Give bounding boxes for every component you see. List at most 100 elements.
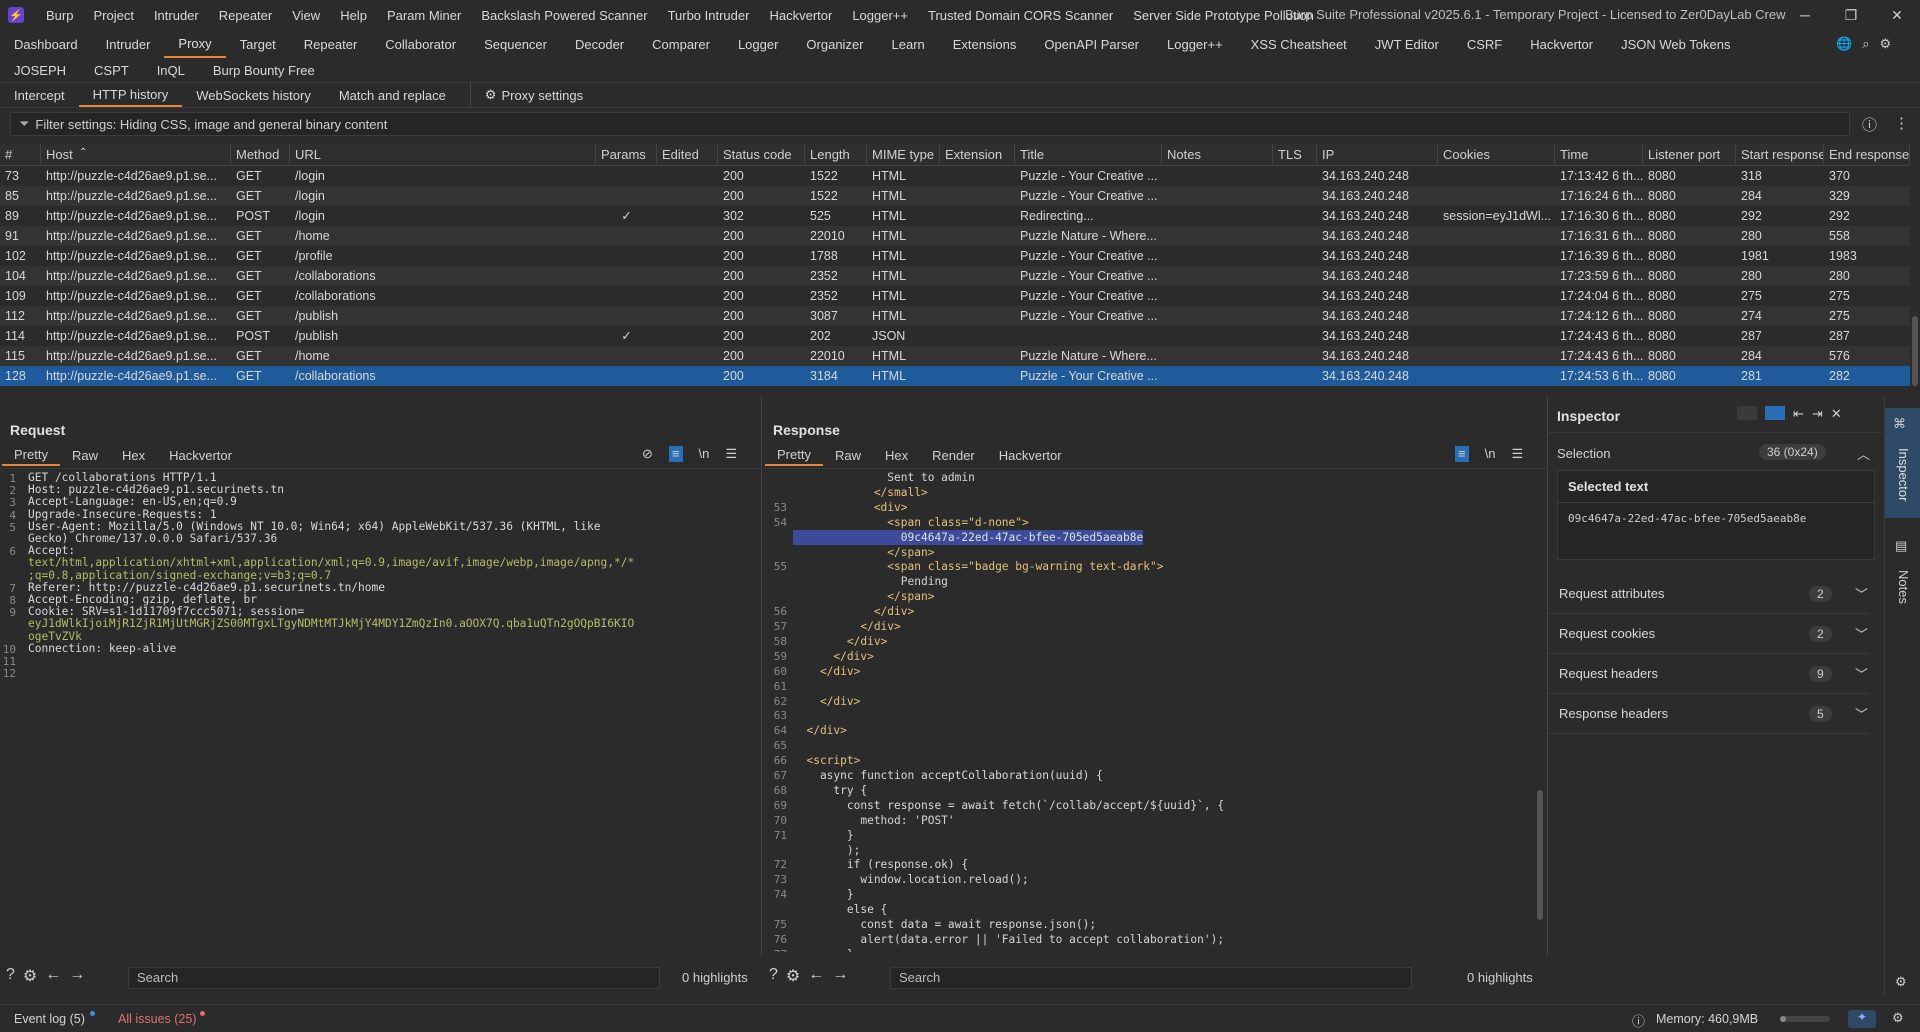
column-header-notes[interactable]: Notes [1162,144,1273,166]
tab-hackvertor[interactable]: Hackvertor [1516,30,1607,58]
tab-learn[interactable]: Learn [878,30,939,58]
response-scrollbar[interactable] [1537,790,1543,920]
table-scrollbar[interactable] [1910,166,1920,396]
tab-xss-cheatsheet[interactable]: XSS Cheatsheet [1237,30,1361,58]
ai-sparkle-icon[interactable]: ✦ [1848,1010,1876,1028]
menu-item-hackvertor[interactable]: Hackvertor [759,8,842,23]
request-editor[interactable]: 1 GET /collaborations HTTP/1.1 2 Host: puzz… [0,472,760,942]
expand-all-icon[interactable]: ⇥ [1812,406,1823,422]
back-arrow-icon[interactable]: ← [45,966,61,986]
proxy-tab-http-history[interactable]: HTTP history [78,83,183,107]
tab-dashboard[interactable]: Dashboard [0,30,92,58]
tab-sequencer[interactable]: Sequencer [470,30,561,58]
column-header-tls[interactable]: TLS [1273,144,1317,166]
response-tab-raw[interactable]: Raw [823,444,873,466]
chevron-up-icon[interactable]: ︿ [1857,444,1870,463]
tab-csrf[interactable]: CSRF [1453,30,1516,58]
inspector-section-response-headers[interactable]: Response headers 5 ﹀ [1549,694,1869,734]
selected-text-value[interactable]: 09c4647a-22ed-47ac-bfee-705ed5aeab8e [1558,503,1874,534]
column-header-time[interactable]: Time [1555,144,1643,166]
menu-item-intruder[interactable]: Intruder [144,8,209,23]
chevron-down-icon[interactable]: ﹀ [1855,624,1868,643]
proxy-tab-intercept[interactable]: Intercept [0,83,79,107]
tab-repeater[interactable]: Repeater [290,30,371,58]
chevron-down-icon[interactable]: ﹀ [1855,664,1868,683]
proxy-tab-match-and-replace[interactable]: Match and replace [325,83,460,107]
request-tab-raw[interactable]: Raw [60,444,110,466]
forward-arrow-icon[interactable]: → [832,966,848,986]
tab-cspt[interactable]: CSPT [80,58,143,82]
help-icon[interactable]: ⓘ [1862,114,1877,135]
close-window-icon[interactable]: ✕ [1874,0,1920,30]
close-icon[interactable]: ✕ [1831,406,1842,422]
column-header-length[interactable]: Length [805,144,867,166]
tab-burp-bounty-free[interactable]: Burp Bounty Free [199,58,329,82]
menu-item-trusted-domain-cors-scanner[interactable]: Trusted Domain CORS Scanner [918,8,1123,23]
column-header-params[interactable]: Params [596,144,657,166]
back-arrow-icon[interactable]: ← [808,966,824,986]
request-tab-hackvertor[interactable]: Hackvertor [157,444,244,466]
chevron-down-icon[interactable]: ﹀ [1855,584,1868,603]
wrap-lines-icon[interactable]: ≡ [668,446,683,462]
menu-item-repeater[interactable]: Repeater [209,8,282,23]
table-row[interactable]: 115 http://puzzle-c4d26ae9.p1.se... GET/ho… [0,346,1910,366]
column-header-status[interactable]: Status code [718,144,805,166]
column-header-ip[interactable]: IP [1317,144,1438,166]
tab-comparer[interactable]: Comparer [638,30,724,58]
response-tab-render[interactable]: Render [920,444,987,466]
tab-proxy[interactable]: Proxy [164,30,226,58]
table-row[interactable]: 114 http://puzzle-c4d26ae9.p1.se... POST/p… [0,326,1910,346]
column-header-title[interactable]: Title [1015,144,1162,166]
response-tab-pretty[interactable]: Pretty [765,444,823,466]
column-header-port[interactable]: Listener port [1643,144,1736,166]
request-search-input[interactable]: Search [128,967,660,989]
menu-item-project[interactable]: Project [83,8,143,23]
table-row[interactable]: 85 http://puzzle-c4d26ae9.p1.se... GET/log… [0,186,1910,206]
search-icon[interactable]: ⌕ [1862,36,1869,52]
layout-active-icon[interactable] [1765,406,1785,420]
column-header-edited[interactable]: Edited [657,144,718,166]
table-row[interactable]: 112 http://puzzle-c4d26ae9.p1.se... GET/pu… [0,306,1910,326]
chevron-down-icon[interactable]: ﹀ [1855,704,1868,723]
request-tab-pretty[interactable]: Pretty [2,444,60,466]
help-icon[interactable]: ? [6,966,15,986]
column-header-end[interactable]: End response [1824,144,1910,166]
response-tab-hackvertor[interactable]: Hackvertor [987,444,1074,466]
response-search-input[interactable]: Search [890,967,1412,989]
inspector-section-request-attributes[interactable]: Request attributes 2 ﹀ [1549,574,1869,614]
all-issues-link[interactable]: All issues (25) [118,1012,197,1026]
table-row[interactable]: 89 http://puzzle-c4d26ae9.p1.se... POST/lo… [0,206,1910,226]
settings-gear-icon[interactable]: ⚙ [1879,36,1891,52]
globe-icon[interactable]: 🌐 [1836,36,1852,52]
wrap-lines-icon[interactable]: ≡ [1455,446,1469,462]
notes-side-tab[interactable]: ▤ Notes [1885,536,1920,616]
menu-icon[interactable]: ☰ [1511,446,1523,462]
table-row[interactable]: 91 http://puzzle-c4d26ae9.p1.se... GET/hom… [0,226,1910,246]
tab-collaborator[interactable]: Collaborator [371,30,470,58]
table-row[interactable]: 102 http://puzzle-c4d26ae9.p1.se... GET/pr… [0,246,1910,266]
table-row[interactable]: 128 http://puzzle-c4d26ae9.p1.se... GET/co… [0,366,1910,386]
tab-logger[interactable]: Logger [724,30,792,58]
menu-icon[interactable]: ☰ [725,446,737,462]
help-icon[interactable]: ? [769,966,778,986]
menu-item-help[interactable]: Help [330,8,377,23]
inspector-section-request-headers[interactable]: Request headers 9 ﹀ [1549,654,1869,694]
menu-item-burp[interactable]: Burp [36,8,83,23]
response-editor[interactable]: Sent to admin </small> 53 <div> 54 <span c… [763,470,1535,952]
table-row[interactable]: 109 http://puzzle-c4d26ae9.p1.se... GET/co… [0,286,1910,306]
menu-item-param-miner[interactable]: Param Miner [377,8,471,23]
column-header-host[interactable]: Host [41,144,231,166]
column-header-ext[interactable]: Extension [940,144,1015,166]
tab-decoder[interactable]: Decoder [561,30,638,58]
newline-icon[interactable]: \n [1485,446,1496,462]
restore-icon[interactable]: ❐ [1828,0,1874,30]
more-options-icon[interactable]: ⋮ [1894,114,1909,132]
column-header-cookies[interactable]: Cookies [1438,144,1555,166]
settings-icon[interactable]: ⚙ [1892,1010,1904,1026]
event-log-link[interactable]: Event log (5) [14,1012,85,1026]
menu-item-view[interactable]: View [282,8,330,23]
tab-organizer[interactable]: Organizer [792,30,877,58]
column-header-id[interactable]: # [0,144,41,166]
inspector-section-request-cookies[interactable]: Request cookies 2 ﹀ [1549,614,1869,654]
settings-icon[interactable]: ⚙ [23,966,37,986]
